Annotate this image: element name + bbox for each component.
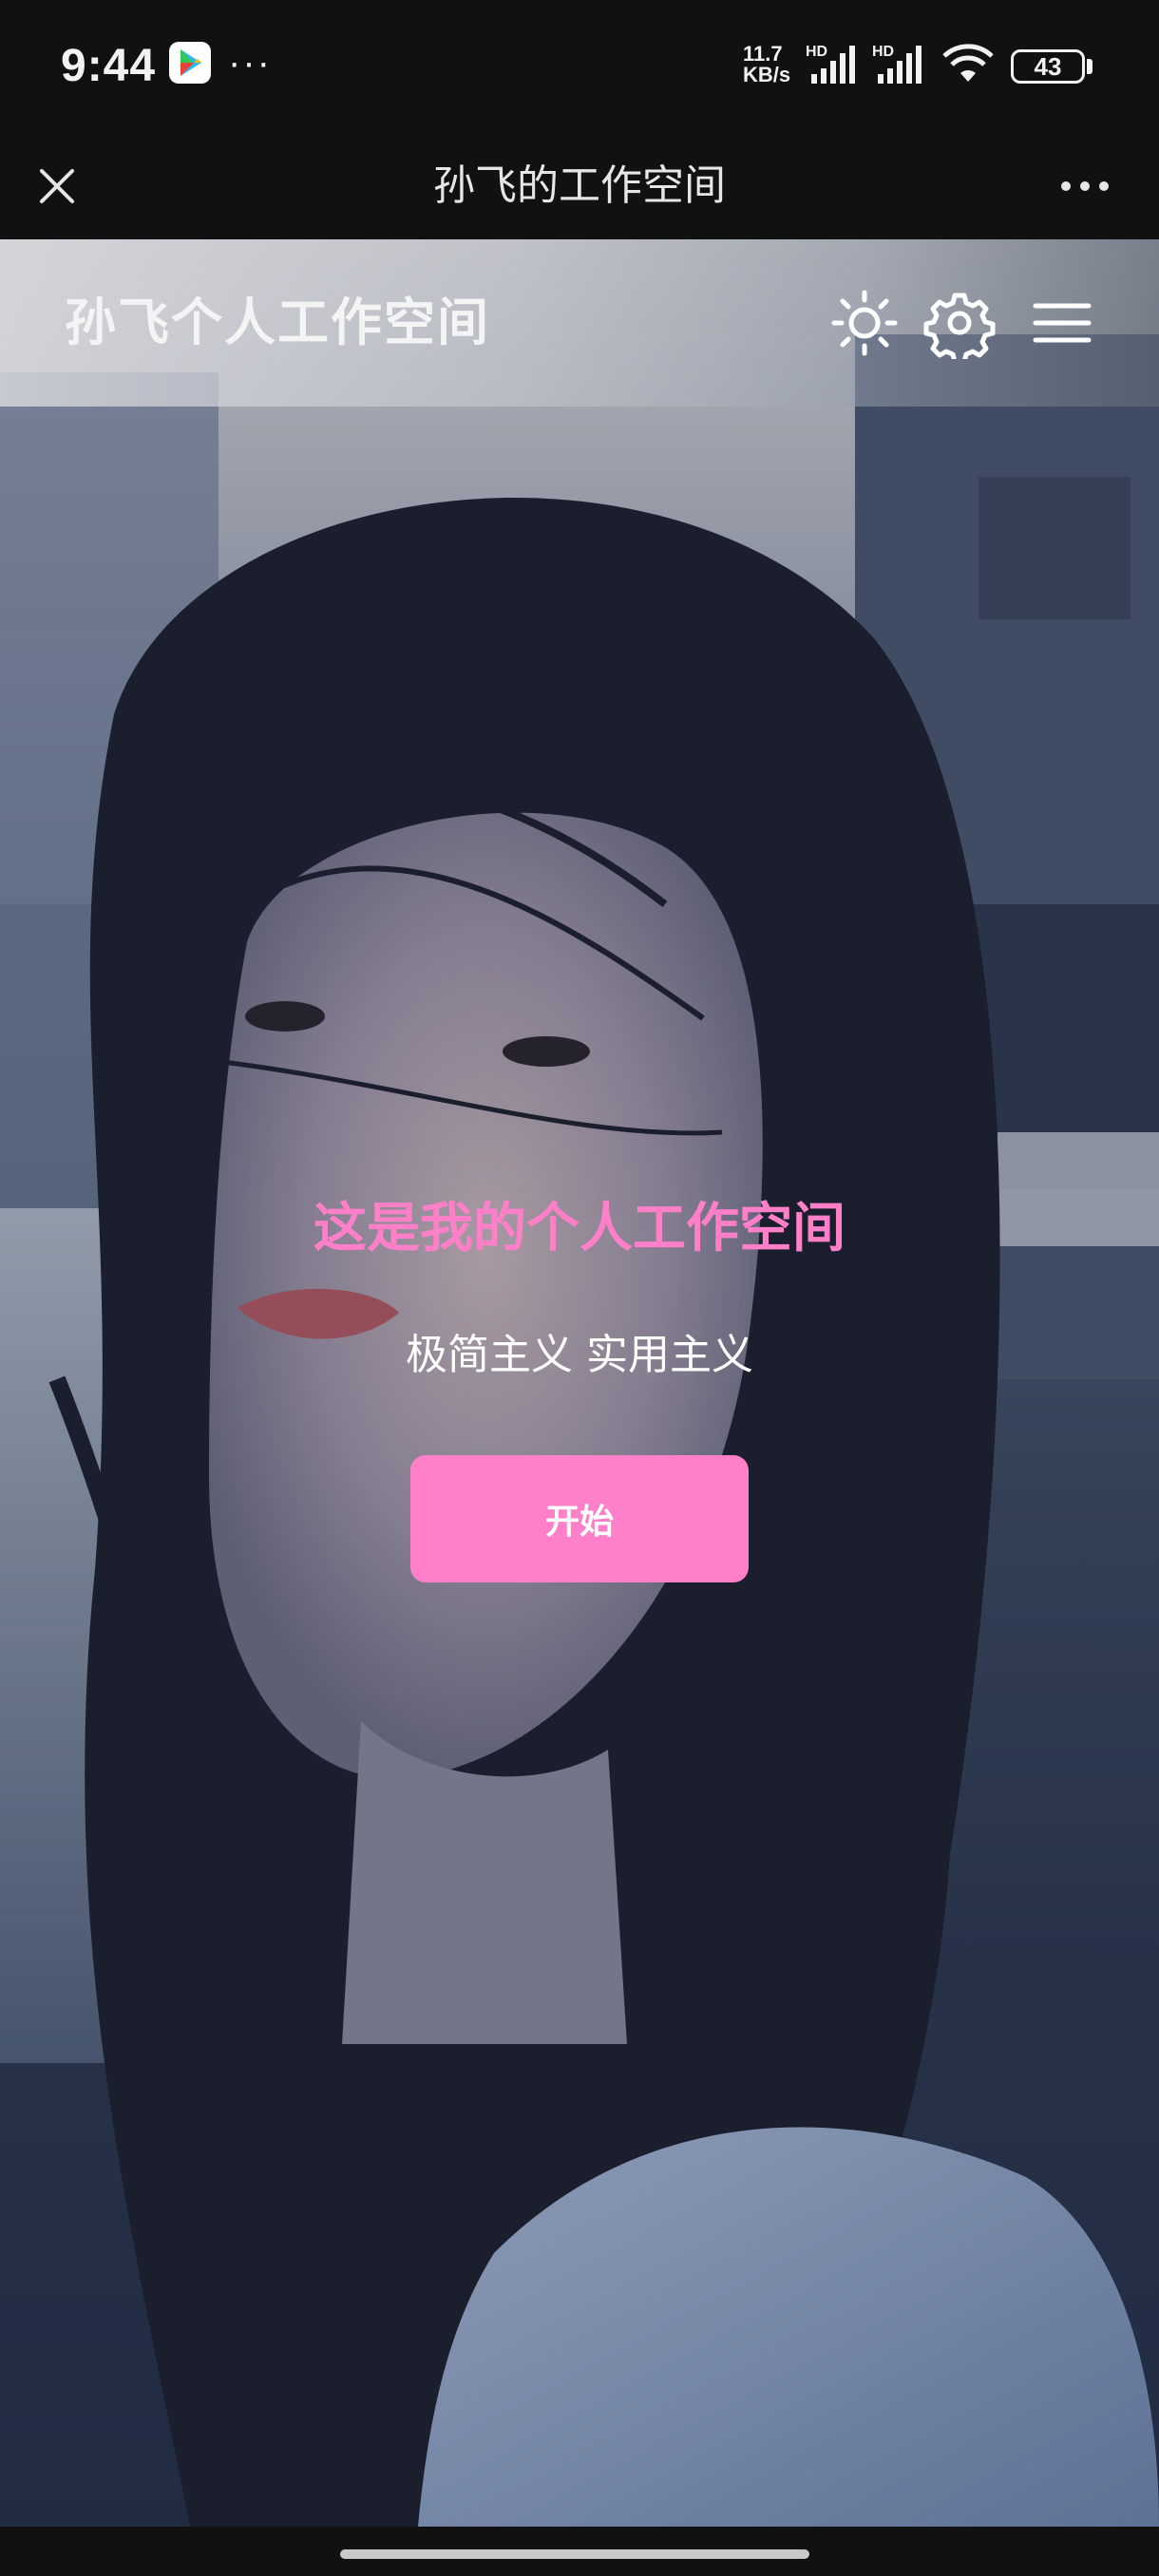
settings-button[interactable] [923, 287, 996, 365]
net-speed: 11.7 KB/s [743, 44, 790, 85]
site-title[interactable]: 孙飞个人工作空间 [65, 285, 490, 361]
more-icon [1061, 181, 1109, 191]
more-button[interactable] [1053, 154, 1117, 218]
play-store-icon [169, 42, 211, 84]
menu-button[interactable] [1026, 287, 1098, 359]
home-indicator[interactable] [340, 2549, 809, 2559]
gesture-bar [0, 2527, 1159, 2576]
title-bar: 孙飞的工作空间 [0, 133, 1159, 239]
status-more-icon: ··· [228, 42, 272, 84]
hero-heading: 这是我的个人工作空间 [314, 1198, 846, 1260]
signal-icon: HD [806, 44, 859, 87]
theme-toggle-button[interactable] [828, 287, 901, 359]
battery-cap [1087, 59, 1092, 74]
hero-subtitle: 极简主义 实用主义 [406, 1331, 753, 1379]
signal-icon: HD [872, 44, 925, 87]
menu-icon [1033, 303, 1092, 343]
wifi-icon [940, 44, 996, 85]
gear-icon [923, 293, 996, 365]
sun-icon [831, 290, 898, 356]
page-title: 孙飞的工作空间 [433, 161, 726, 210]
close-button[interactable] [25, 154, 89, 218]
net-speed-value: 11.7 [743, 42, 783, 66]
status-time: 9:44 [61, 41, 157, 91]
close-icon [40, 169, 74, 203]
net-speed-unit: KB/s [743, 63, 791, 86]
site-header: 孙飞个人工作空间 [0, 239, 1159, 407]
hero-section: 孙飞个人工作空间 这是我的个人工作空间 极简主义 实用主义 开始 [0, 239, 1159, 2527]
start-button[interactable]: 开始 [410, 1455, 749, 1582]
status-bar: 9:44 ··· 11.7 KB/s HD HD 43 [0, 0, 1159, 133]
battery-icon: 43 [1011, 49, 1085, 84]
